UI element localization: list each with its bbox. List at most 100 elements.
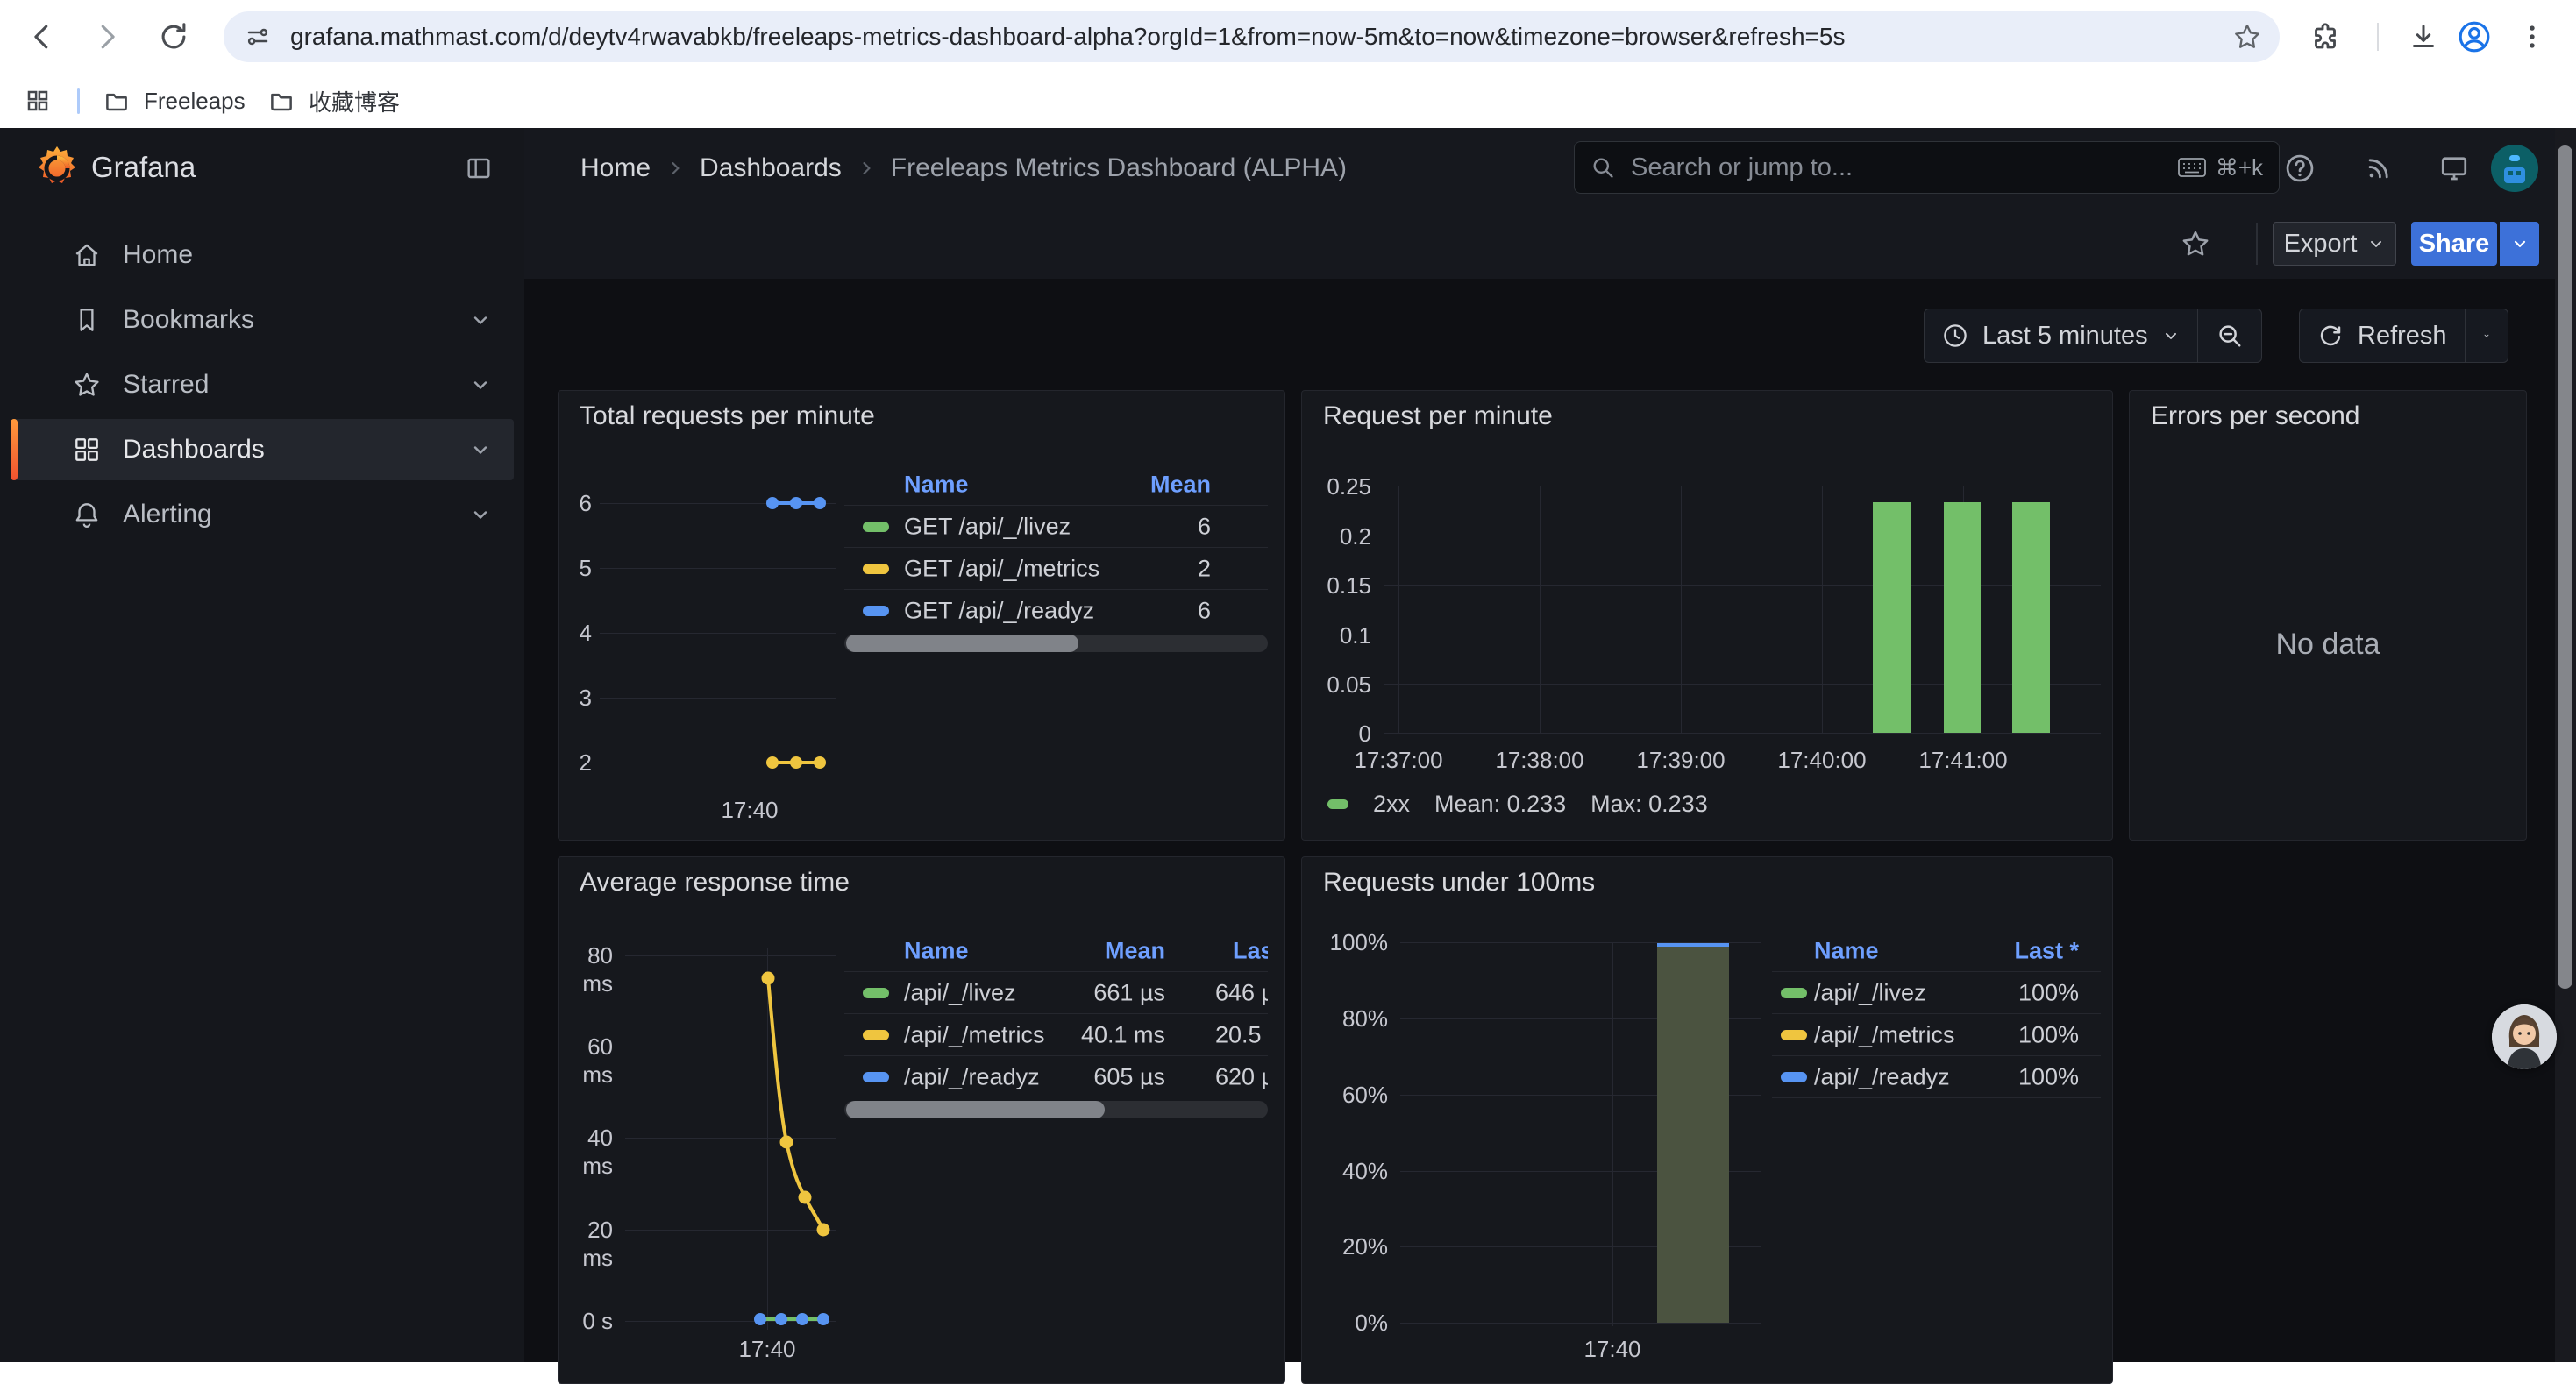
y-tick: 20%	[1302, 1232, 1388, 1260]
url-text[interactable]: grafana.mathmast.com/d/deytv4rwavabkb/fr…	[290, 23, 2222, 51]
series-name[interactable]: /api/_/livez	[904, 979, 1016, 1006]
share-label: Share	[2419, 230, 2490, 259]
zoom-out-button[interactable]	[2198, 309, 2261, 362]
favorite-star-icon[interactable]	[2178, 226, 2213, 261]
series-name[interactable]: GET /api/_/metrics	[904, 555, 1099, 582]
chevron-down-icon[interactable]	[470, 439, 491, 460]
y-tick: 0.25	[1302, 472, 1371, 500]
grafana-logo[interactable]	[32, 142, 82, 193]
legend-header-last[interactable]: Last *	[1233, 938, 1268, 965]
panel-title[interactable]: Errors per second	[2151, 401, 2359, 431]
series-color-chip	[863, 522, 889, 532]
legend-scrollbar[interactable]	[844, 635, 1268, 652]
legend-scrollbar[interactable]	[844, 1101, 1268, 1118]
back-icon[interactable]	[23, 18, 61, 56]
chevron-down-icon	[2162, 327, 2180, 344]
breadcrumb-home[interactable]: Home	[580, 153, 651, 183]
legend-row[interactable]: /api/_/livez 661 µs 646 µs	[844, 972, 1268, 1014]
series-name[interactable]: GET /api/_/readyz	[904, 597, 1094, 624]
series-mean: Mean: 0.233	[1434, 791, 1566, 818]
menu-kebab-icon[interactable]	[2513, 18, 2551, 56]
series-name[interactable]: /api/_/metrics	[1814, 1021, 1955, 1048]
export-button[interactable]: Export	[2273, 222, 2396, 266]
x-tick: 17:39:00	[1615, 746, 1747, 774]
panel-under-100ms[interactable]: Requests under 100ms 100% 80% 60% 40% 20…	[1301, 856, 2113, 1384]
download-icon[interactable]	[2404, 18, 2443, 56]
legend-row[interactable]: GET /api/_/livez 6	[844, 506, 1268, 548]
bookmark-folder-blogs[interactable]: 收藏博客	[268, 82, 400, 119]
bookmarks-divider	[77, 88, 80, 114]
search-input-wrapper[interactable]: ⌘+k	[1574, 141, 2280, 194]
page-scrollbar-thumb[interactable]	[2558, 145, 2572, 989]
legend-row[interactable]: GET /api/_/metrics 2	[844, 548, 1268, 590]
refresh-interval-button[interactable]	[2466, 309, 2508, 362]
bookmarks-bar: Freeleaps 收藏博客	[0, 74, 2576, 129]
legend-header-last[interactable]: Last *	[2014, 938, 2079, 965]
sidebar-item-home[interactable]: Home	[11, 224, 514, 286]
y-tick: 40%	[1302, 1157, 1388, 1185]
panel-title[interactable]: Requests under 100ms	[1323, 868, 1595, 898]
sidebar-item-alerting[interactable]: Alerting	[11, 484, 514, 545]
sidebar-item-label: Dashboards	[123, 435, 265, 465]
breadcrumb-dashboards[interactable]: Dashboards	[700, 153, 842, 183]
series-name[interactable]: /api/_/metrics	[904, 1021, 1045, 1048]
series-name[interactable]: 2xx	[1373, 791, 1410, 818]
apps-grid-icon[interactable]	[23, 86, 53, 116]
share-menu-button[interactable]	[2500, 222, 2539, 266]
panel-request-per-minute[interactable]: Request per minute 0.25 0.2 0.15 0.1 0.0…	[1301, 390, 2113, 841]
panel-total-requests[interactable]: Total requests per minute 6 5 4 3 2 17:4…	[558, 390, 1285, 841]
legend-row[interactable]: /api/_/metrics 40.1 ms 20.5 ms	[844, 1014, 1268, 1056]
user-avatar[interactable]	[2491, 145, 2538, 192]
series-color-chip	[863, 564, 889, 574]
panel-avg-response-time[interactable]: Average response time 80 ms 60 ms 40 ms …	[558, 856, 1285, 1384]
sidebar-item-label: Home	[123, 240, 193, 270]
legend-header-name[interactable]: Name	[904, 472, 969, 499]
legend-row[interactable]: /api/_/readyz 100%	[1772, 1056, 2101, 1098]
help-icon[interactable]	[2284, 153, 2316, 184]
legend-table: Name Mean Last * /api/_/livez 661 µs 646…	[844, 931, 1268, 1141]
legend-header-name[interactable]: Name	[904, 938, 969, 965]
grafana-brand: Grafana	[91, 151, 196, 184]
legend-header-mean[interactable]: Mean	[1105, 938, 1165, 965]
series-name[interactable]: /api/_/readyz	[1814, 1063, 1950, 1090]
legend-header-name[interactable]: Name	[1814, 938, 1879, 965]
sidebar-toggle-icon[interactable]	[463, 153, 495, 184]
legend-row[interactable]: /api/_/readyz 605 µs 620 µs	[844, 1056, 1268, 1097]
sidebar-item-starred[interactable]: Starred	[11, 354, 514, 415]
profile-icon[interactable]	[2455, 18, 2494, 56]
extensions-icon[interactable]	[2306, 18, 2345, 56]
search-input[interactable]	[1629, 153, 2177, 183]
news-rss-icon[interactable]	[2363, 153, 2395, 184]
legend-row[interactable]: /api/_/livez 100%	[1772, 972, 2101, 1014]
series-mean: 6	[1198, 597, 1211, 624]
time-range-picker[interactable]: Last 5 minutes	[1925, 309, 2197, 362]
chevron-down-icon[interactable]	[470, 504, 491, 525]
series-name[interactable]: /api/_/readyz	[904, 1063, 1040, 1090]
forward-icon[interactable]	[88, 18, 126, 56]
reload-icon[interactable]	[154, 18, 193, 56]
series-name[interactable]: /api/_/livez	[1814, 979, 1926, 1006]
legend-header-mean[interactable]: Mean	[1150, 472, 1211, 499]
panel-errors-per-second[interactable]: Errors per second No data	[2129, 390, 2527, 841]
sidebar-item-bookmarks[interactable]: Bookmarks	[11, 289, 514, 351]
sidebar-item-dashboards[interactable]: Dashboards	[11, 419, 514, 480]
export-label: Export	[2284, 230, 2358, 259]
monitor-icon[interactable]	[2438, 153, 2470, 184]
bookmark-star-icon[interactable]	[2232, 22, 2262, 52]
site-info-icon[interactable]	[245, 24, 271, 50]
assistant-avatar[interactable]	[2492, 1004, 2557, 1069]
share-button[interactable]: Share	[2411, 222, 2497, 266]
chevron-down-icon[interactable]	[470, 374, 491, 395]
legend-inline[interactable]: 2xx Mean: 0.233 Max: 0.233	[1327, 791, 1708, 818]
address-bar[interactable]: grafana.mathmast.com/d/deytv4rwavabkb/fr…	[224, 11, 2280, 62]
series-name[interactable]: GET /api/_/livez	[904, 513, 1071, 540]
bar-2xx	[1873, 502, 1911, 733]
panel-title[interactable]: Request per minute	[1323, 401, 1553, 431]
legend-table: Name Last * /api/_/livez 100% /api/_/met…	[1772, 931, 2101, 1141]
refresh-button[interactable]: Refresh	[2300, 309, 2465, 362]
legend-row[interactable]: GET /api/_/readyz 6	[844, 590, 1268, 631]
chevron-down-icon[interactable]	[470, 309, 491, 330]
chevron-down-icon	[2511, 235, 2529, 252]
legend-row[interactable]: /api/_/metrics 100%	[1772, 1014, 2101, 1056]
bookmark-folder-freeleaps[interactable]: Freeleaps	[103, 82, 246, 119]
